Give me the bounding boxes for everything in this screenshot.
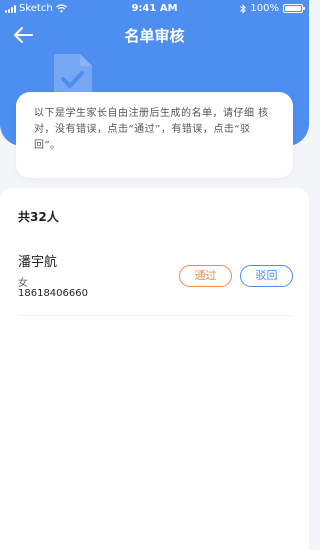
status-right: 100% (240, 3, 305, 14)
list-panel: 共32人 潘宇航 女 18618406660 通过 驳回 (0, 188, 309, 550)
total-count: 共32人 (18, 210, 59, 224)
bluetooth-icon (240, 3, 247, 14)
student-name: 潘宇航 (18, 255, 58, 270)
notice-card: 以下是学生家长自由注册后生成的名单，请仔细 核对，没有错误，点击“通过”，有错误… (16, 92, 293, 178)
student-phone: 18618406660 (18, 288, 88, 299)
pass-button[interactable]: 通过 (179, 265, 232, 287)
list-item: 潘宇航 女 18618406660 通过 驳回 (18, 248, 293, 316)
student-gender: 女 (18, 278, 28, 289)
battery-percent: 100% (250, 3, 279, 14)
page-title: 名单审核 (124, 27, 185, 45)
status-bar: Sketch 9:41 AM 100% (0, 0, 309, 18)
battery-icon (283, 4, 305, 13)
notice-text: 以下是学生家长自由注册后生成的名单，请仔细 核对，没有错误，点击“通过”，有错误… (34, 108, 269, 151)
reject-button[interactable]: 驳回 (240, 265, 293, 287)
